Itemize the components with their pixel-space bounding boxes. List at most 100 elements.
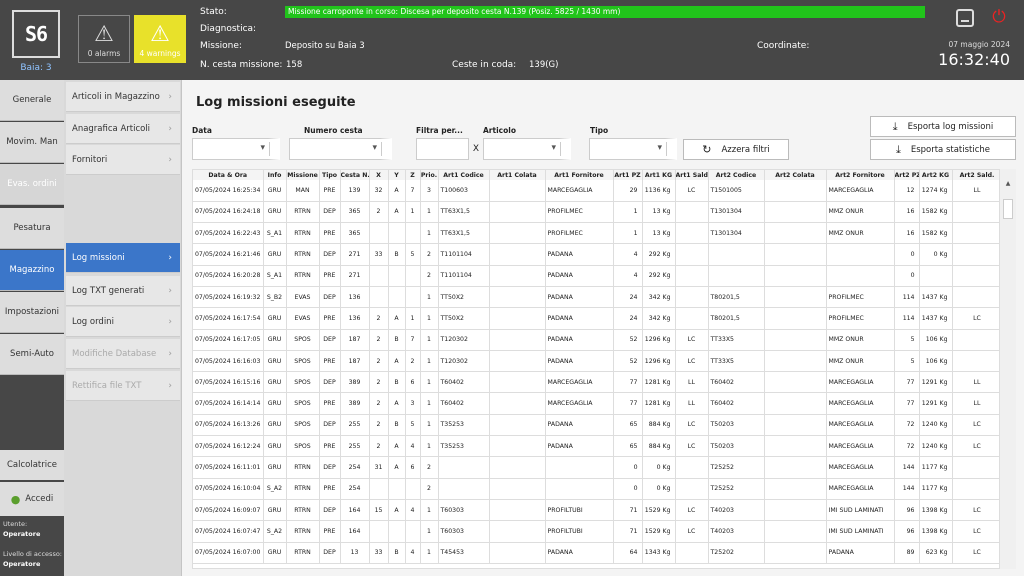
table-row[interactable]: 07/05/2024 16:19:32 S_B2 EVAS DEP 136 1 TT50X2…	[193, 286, 999, 309]
table-row[interactable]: 07/05/2024 16:12:24 GRU SPOS PRE 255 2 A 4 1 T352…	[193, 435, 999, 458]
cesta-filter-select[interactable]	[289, 138, 392, 160]
table-row[interactable]: 07/05/2024 16:09:07 GRU RTRN DEP 164 15 A 4 1 T60…	[193, 499, 999, 522]
column-header[interactable]: Art2 Sald.	[952, 170, 999, 180]
table-row[interactable]: 07/05/2024 16:16:03 GRU SPOS PRE 187 2 A 2 1 T120…	[193, 350, 999, 373]
column-header[interactable]: Missione	[286, 170, 320, 180]
table-cell: 1240 Kg	[919, 414, 953, 437]
login-button[interactable]: ● Accedi	[0, 482, 64, 516]
table-row[interactable]: 07/05/2024 16:15:16 GRU SPOS DEP 389 2 B 6 1 T604…	[193, 371, 999, 394]
table-row[interactable]: 07/05/2024 16:20:28 S_A1 RTRN PRE 271 2 T11011…	[193, 265, 999, 287]
data-filter-select[interactable]	[192, 138, 280, 160]
column-header[interactable]: Info	[263, 170, 287, 180]
submenu-item-fornitori[interactable]: Fornitori ›	[66, 145, 180, 175]
filtra-input[interactable]	[416, 138, 469, 160]
table-cell: A	[388, 435, 406, 458]
table-cell: LC	[952, 414, 999, 437]
missions-table[interactable]: Data & Ora Info Missione Tipo Cesta N. X Y Z Pri…	[192, 169, 1000, 569]
table-cell: 254	[340, 478, 370, 500]
table-cell: 139	[340, 180, 370, 202]
table-row[interactable]: 07/05/2024 16:11:01 GRU RTRN DEP 254 31 A 6 2 0 0 …	[193, 456, 999, 479]
table-cell: 07/05/2024 16:21:46	[193, 243, 264, 266]
power-icon[interactable]: ⏻	[990, 6, 1008, 28]
submenu-item-log-ordini[interactable]: Log ordini ›	[66, 307, 180, 337]
table-cell: 106 Kg	[919, 329, 953, 351]
table-cell	[489, 499, 546, 522]
monitor-icon[interactable]	[956, 9, 974, 27]
table-row[interactable]: 07/05/2024 16:21:46 GRU RTRN DEP 271 33 B 5 2 T11…	[193, 243, 999, 266]
export-stats-button[interactable]: ⤓ Esporta statistiche	[870, 139, 1016, 160]
table-cell	[388, 265, 406, 287]
sidebar-item-semi-auto[interactable]: Semi-Auto	[0, 334, 64, 375]
column-header[interactable]: Art2 Fornitore	[826, 170, 895, 180]
column-header[interactable]: Art2 PZ	[894, 170, 920, 180]
sidebar-item-pesatura[interactable]: Pesatura	[0, 208, 64, 249]
table-cell: 7	[405, 329, 421, 351]
column-header[interactable]: Art1 Colata	[489, 170, 546, 180]
column-header[interactable]: X	[369, 170, 389, 180]
submenu-item-articoli-magazzino[interactable]: Articoli in Magazzino ›	[66, 82, 180, 112]
calculator-button[interactable]: Calcolatrice	[0, 450, 64, 480]
column-header[interactable]: Data & Ora	[193, 170, 264, 180]
export-log-label: Esporta log missioni	[907, 121, 994, 132]
scroll-thumb[interactable]	[1003, 199, 1013, 219]
sidebar-item-magazzino[interactable]: Magazzino	[0, 250, 64, 291]
export-log-button[interactable]: ⤓ Esporta log missioni	[870, 116, 1016, 137]
column-header[interactable]: Art2 Codice	[708, 170, 765, 180]
scroll-up-icon[interactable]: ▲	[1002, 180, 1014, 190]
column-header[interactable]: Art2 KG	[919, 170, 953, 180]
table-row[interactable]: 07/05/2024 16:17:05 GRU SPOS DEP 187 2 B 7 1 T120…	[193, 329, 999, 351]
table-cell: GRU	[263, 414, 287, 437]
table-cell: T35253	[438, 435, 490, 458]
table-row[interactable]: 07/05/2024 16:13:26 GRU SPOS DEP 255 2 B 5 1 T352…	[193, 414, 999, 437]
azzera-filtri-button[interactable]: ↻ Azzera filtri	[683, 139, 789, 160]
table-row[interactable]: 07/05/2024 16:14:14 GRU SPOS PRE 389 2 A 3 1 T604…	[193, 392, 999, 415]
submenu-item-log-txt[interactable]: Log TXT generati ›	[66, 276, 180, 306]
column-header[interactable]: Z	[405, 170, 421, 180]
table-row[interactable]: 07/05/2024 16:25:34 GRU MAN PRE 139 32 A 7 3 T100…	[193, 180, 999, 202]
table-cell: TT33X5	[708, 350, 765, 373]
sidebar-item-evas-ordini[interactable]: Evas. ordini	[0, 164, 64, 205]
table-cell: 07/05/2024 16:10:04	[193, 478, 264, 500]
table-row[interactable]: 07/05/2024 16:17:54 GRU EVAS PRE 136 2 A 1 1 TT50…	[193, 307, 999, 330]
sidebar-item-movim-man[interactable]: Movim. Man	[0, 122, 64, 163]
table-cell: T60402	[438, 371, 490, 394]
column-header[interactable]: Tipo	[319, 170, 341, 180]
sidebar: Generale Movim. Man Evas. ordini Pesatur…	[0, 80, 64, 576]
column-header[interactable]: Art1 Codice	[438, 170, 490, 180]
column-header[interactable]: Art1 Fornitore	[545, 170, 614, 180]
sidebar-item-generale[interactable]: Generale	[0, 80, 64, 121]
clear-filter-button[interactable]: X	[469, 138, 483, 160]
tipo-filter-select[interactable]	[589, 138, 677, 160]
table-scrollbar[interactable]: ▲	[1000, 169, 1016, 569]
column-header[interactable]: Art1 Sald.	[675, 170, 709, 180]
submenu-item-rettifica-txt[interactable]: Rettifica file TXT ›	[66, 371, 180, 401]
submenu-item-anagrafica-articoli[interactable]: Anagrafica Articoli ›	[66, 114, 180, 144]
column-header[interactable]: Cesta N.	[340, 170, 370, 180]
submenu-item-modifiche-database[interactable]: Modifiche Database ›	[66, 339, 180, 369]
table-row[interactable]: 07/05/2024 16:22:43 S_A1 RTRN PRE 365 1 TT63X1…	[193, 222, 999, 245]
chevron-right-icon: ›	[168, 348, 172, 359]
column-header[interactable]: Art1 PZ	[613, 170, 643, 180]
table-cell: 1	[420, 222, 439, 245]
sidebar-item-impostazioni[interactable]: Impostazioni	[0, 292, 64, 333]
column-header[interactable]: Y	[388, 170, 406, 180]
column-header[interactable]: Prio.	[420, 170, 439, 180]
submenu-item-log-missioni[interactable]: Log missioni ›	[66, 243, 180, 273]
table-cell	[675, 456, 709, 479]
table-row[interactable]: 07/05/2024 16:10:04 S_A2 RTRN PRE 254 2 0 0 Kg T…	[193, 478, 999, 500]
table-cell: 144	[894, 456, 920, 479]
table-row[interactable]: 07/05/2024 16:24:18 GRU RTRN DEP 365 2 A 1 1 TT63…	[193, 201, 999, 224]
column-header[interactable]: Art1 KG	[642, 170, 676, 180]
table-row[interactable]: 07/05/2024 16:07:00 GRU RTRN DEP 13 33 B 4 1 T454…	[193, 542, 999, 564]
table-row[interactable]: 07/05/2024 16:07:47 S_A2 RTRN PRE 164 1 T60303…	[193, 520, 999, 543]
articolo-filter-select[interactable]	[483, 138, 571, 160]
table-cell: DEP	[319, 243, 341, 266]
table-cell: 07/05/2024 16:09:07	[193, 499, 264, 522]
alarms-button[interactable]: ⚠ 0 alarms	[78, 15, 130, 63]
table-cell	[826, 243, 895, 266]
table-cell	[489, 265, 546, 287]
column-header[interactable]: Art2 Colata	[764, 170, 827, 180]
warnings-button[interactable]: ⚠ 4 warnings	[134, 15, 186, 63]
table-cell: B	[388, 371, 406, 394]
table-cell: GRU	[263, 435, 287, 458]
